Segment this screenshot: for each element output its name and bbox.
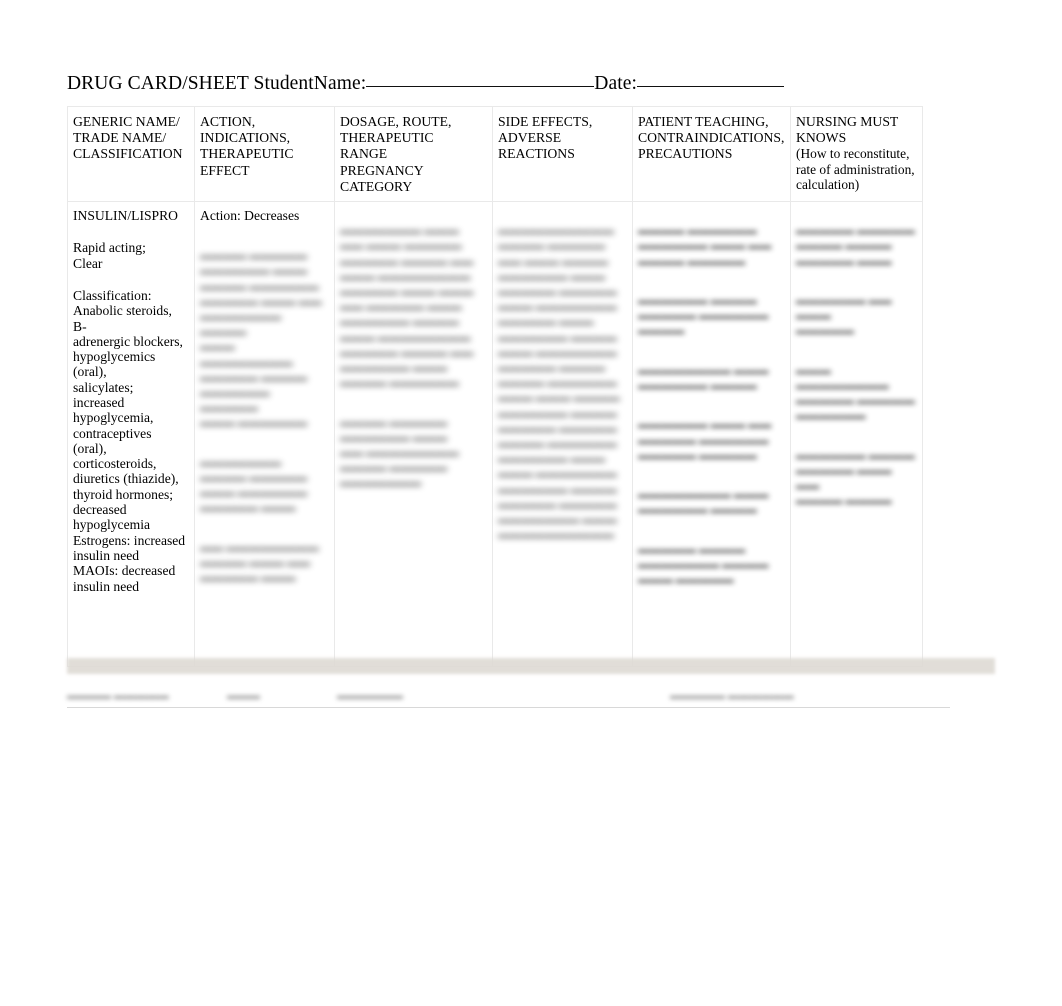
drug-card-table: GENERIC NAME/ TRADE NAME/ CLASSIFICATION… (67, 105, 923, 668)
header-action-label: ACTION, INDICATIONS, THERAPEUTIC EFFECT (200, 114, 294, 178)
cell-side-effects: ▬▬▬▬▬▬▬▬▬▬ ▬▬▬▬ ▬▬▬▬▬ ▬▬ ▬▬▬ ▬▬▬▬ ▬▬▬▬▬▬… (492, 201, 633, 668)
header-nursing-must-knows-label: NURSING MUST KNOWS (796, 114, 899, 146)
side-effects-redacted-text: ▬▬▬▬▬▬▬▬▬▬ ▬▬▬▬ ▬▬▬▬▬ ▬▬ ▬▬▬ ▬▬▬▬ ▬▬▬▬▬▬… (498, 208, 626, 567)
header-generic-name-label: GENERIC NAME/ TRADE NAME/ CLASSIFICATION (73, 114, 183, 162)
document-footer: ▬▬▬▬ ▬▬▬▬▬ ▬▬▬ ▬▬▬▬▬▬ ▬▬▬▬▬ ▬▬▬▬▬▬ (67, 688, 950, 708)
cell-patient-teaching: ▬▬▬▬ ▬▬▬▬▬▬ ▬▬▬▬▬▬ ▬▬▬ ▬▬ ▬▬▬▬ ▬▬▬▬▬ ▬▬▬… (632, 201, 791, 668)
redacted-paragraph: ▬▬▬▬▬▬▬▬ ▬▬▬ ▬▬▬▬▬▬ ▬▬▬▬ (638, 363, 769, 393)
cell-dosage: ▬▬▬▬▬▬▬ ▬▬▬ ▬▬ ▬▬▬ ▬▬▬▬▬ ▬▬▬▬▬ ▬▬▬▬ ▬▬ ▬… (334, 201, 493, 668)
footer-item: ▬▬▬▬▬▬ (337, 690, 403, 702)
redacted-paragraph: ▬▬▬▬▬▬ ▬▬▬ ▬▬ ▬▬▬▬▬ ▬▬▬▬▬▬ ▬▬▬▬▬ ▬▬▬▬▬ (638, 418, 772, 462)
header-generic-name: GENERIC NAME/ TRADE NAME/ CLASSIFICATION (67, 105, 195, 203)
dosage-redacted-text: ▬▬▬▬▬▬▬ ▬▬▬ ▬▬ ▬▬▬ ▬▬▬▬▬ ▬▬▬▬▬ ▬▬▬▬ ▬▬ ▬… (340, 208, 486, 515)
cell-action: Action: Decreases ▬▬▬▬ ▬▬▬▬▬ ▬▬▬▬▬▬ ▬▬▬ … (194, 201, 335, 668)
action-redacted-text: ▬▬▬▬ ▬▬▬▬▬ ▬▬▬▬▬▬ ▬▬▬ ▬▬▬▬ ▬▬▬▬▬▬ ▬▬▬▬▬ … (200, 233, 328, 610)
header-side-effects: SIDE EFFECTS, ADVERSE REACTIONS (492, 105, 633, 203)
document-page: DRUG CARD/SHEET StudentName: Date: GENERI… (0, 0, 1062, 1006)
redacted-paragraph: ▬▬▬▬▬▬ ▬▬▬▬ ▬▬▬▬▬ ▬▬▬▬▬▬ ▬▬▬▬ (638, 294, 769, 338)
header-dosage-label: DOSAGE, ROUTE, THERAPEUTIC RANGE PREGNAN… (340, 114, 452, 194)
redacted-paragraph: ▬▬▬▬▬▬▬ ▬▬▬▬ ▬▬▬▬▬ ▬▬▬ ▬▬▬▬▬▬ ▬▬▬▬▬ ▬▬▬ (200, 455, 308, 515)
redacted-paragraph: ▬▬ ▬▬▬▬▬▬▬▬ ▬▬▬▬ ▬▬▬ ▬▬ ▬▬▬▬▬ ▬▬▬ (200, 540, 319, 585)
student-name-blank[interactable] (366, 86, 595, 87)
redacted-paragraph: ▬▬▬▬▬▬ ▬▬ ▬▬▬ ▬▬▬▬▬ (796, 294, 892, 338)
footer-item: ▬▬▬▬ ▬▬▬▬▬ (67, 690, 169, 702)
table-header-row: GENERIC NAME/ TRADE NAME/ CLASSIFICATION… (67, 105, 923, 203)
cell-nursing-must-knows: ▬▬▬▬▬ ▬▬▬▬▬ ▬▬▬▬ ▬▬▬▬ ▬▬▬▬▬ ▬▬▬ ▬▬▬▬▬▬ ▬… (790, 201, 923, 668)
drug-classification-text: Classification: Anabolic steroids, B- ad… (73, 287, 186, 594)
footer-item: ▬▬▬▬▬ ▬▬▬▬▬▬ (670, 690, 794, 702)
document-title-line: DRUG CARD/SHEET StudentName: Date: (67, 72, 967, 98)
header-dosage: DOSAGE, ROUTE, THERAPEUTIC RANGE PREGNAN… (334, 105, 493, 203)
redacted-paragraph: ▬▬▬▬▬ ▬▬▬▬ ▬▬▬▬▬▬▬ ▬▬▬▬ ▬▬▬ ▬▬▬▬▬ (638, 542, 769, 587)
redacted-paragraph: ▬▬▬▬▬▬▬▬▬▬ ▬▬▬▬ ▬▬▬▬▬ ▬▬ ▬▬▬ ▬▬▬▬ ▬▬▬▬▬▬… (498, 224, 620, 542)
redacted-paragraph: ▬▬▬▬ ▬▬▬▬▬ ▬▬▬▬▬▬ ▬▬▬ ▬▬▬▬ ▬▬▬▬▬▬ ▬▬▬▬▬ … (200, 249, 322, 430)
redacted-paragraph: ▬▬▬▬▬▬ ▬▬▬▬ ▬▬▬▬▬ ▬▬▬ ▬▬ ▬▬▬▬ ▬▬▬▬ (796, 448, 915, 508)
redacted-paragraph: ▬▬▬▬▬▬▬▬ ▬▬▬ ▬▬▬▬▬▬ ▬▬▬▬ (638, 488, 769, 517)
redacted-paragraph: ▬▬▬ ▬▬▬▬▬▬▬▬ ▬▬▬▬▬ ▬▬▬▬▬ ▬▬▬▬▬▬ (796, 363, 915, 423)
page-title: DRUG CARD/SHEET StudentName: (67, 73, 367, 94)
redacted-paragraph: ▬▬▬▬▬ ▬▬▬▬▬ ▬▬▬▬ ▬▬▬▬ ▬▬▬▬▬ ▬▬▬ (796, 224, 915, 268)
header-patient-teaching-label: PATIENT TEACHING, CONTRAINDICATIONS, PRE… (638, 114, 785, 162)
header-nursing-note: (How to reconstitute, rate of administra… (796, 146, 915, 193)
header-side-effects-label: SIDE EFFECTS, ADVERSE REACTIONS (498, 114, 593, 162)
header-patient-teaching: PATIENT TEACHING, CONTRAINDICATIONS, PRE… (632, 105, 791, 203)
date-blank[interactable] (637, 86, 785, 87)
header-nursing-must-knows: NURSING MUST KNOWS (How to reconstitute,… (790, 105, 923, 203)
header-action: ACTION, INDICATIONS, THERAPEUTIC EFFECT (194, 105, 335, 203)
redacted-paragraph: ▬▬▬▬ ▬▬▬▬▬ ▬▬▬▬▬▬ ▬▬▬ ▬▬ ▬▬▬▬▬▬▬▬ ▬▬▬▬ ▬… (340, 415, 459, 490)
cell-generic-name: INSULIN/LISPRO Rapid acting; Clear Class… (67, 201, 195, 668)
redacted-paragraph: ▬▬▬▬ ▬▬▬▬▬▬ ▬▬▬▬▬▬ ▬▬▬ ▬▬ ▬▬▬▬ ▬▬▬▬▬ (638, 224, 772, 268)
date-label: Date: (594, 73, 638, 94)
nursing-redacted-text: ▬▬▬▬▬ ▬▬▬▬▬ ▬▬▬▬ ▬▬▬▬ ▬▬▬▬▬ ▬▬▬ ▬▬▬▬▬▬ ▬… (796, 208, 916, 533)
drug-form-text: Rapid acting; Clear (73, 240, 146, 271)
drug-name-text: INSULIN/LISPRO (73, 208, 178, 224)
gray-separator-bar (67, 658, 995, 674)
action-label-text: Action: Decreases (200, 208, 300, 224)
footer-item: ▬▬▬ (227, 690, 260, 702)
table-row: INSULIN/LISPRO Rapid acting; Clear Class… (67, 201, 923, 668)
redacted-paragraph: ▬▬▬▬▬▬▬ ▬▬▬ ▬▬ ▬▬▬ ▬▬▬▬▬ ▬▬▬▬▬ ▬▬▬▬ ▬▬ ▬… (340, 224, 474, 390)
footer-divider (67, 707, 950, 708)
patient-teaching-redacted-text: ▬▬▬▬ ▬▬▬▬▬▬ ▬▬▬▬▬▬ ▬▬▬ ▬▬ ▬▬▬▬ ▬▬▬▬▬ ▬▬▬… (638, 208, 784, 612)
